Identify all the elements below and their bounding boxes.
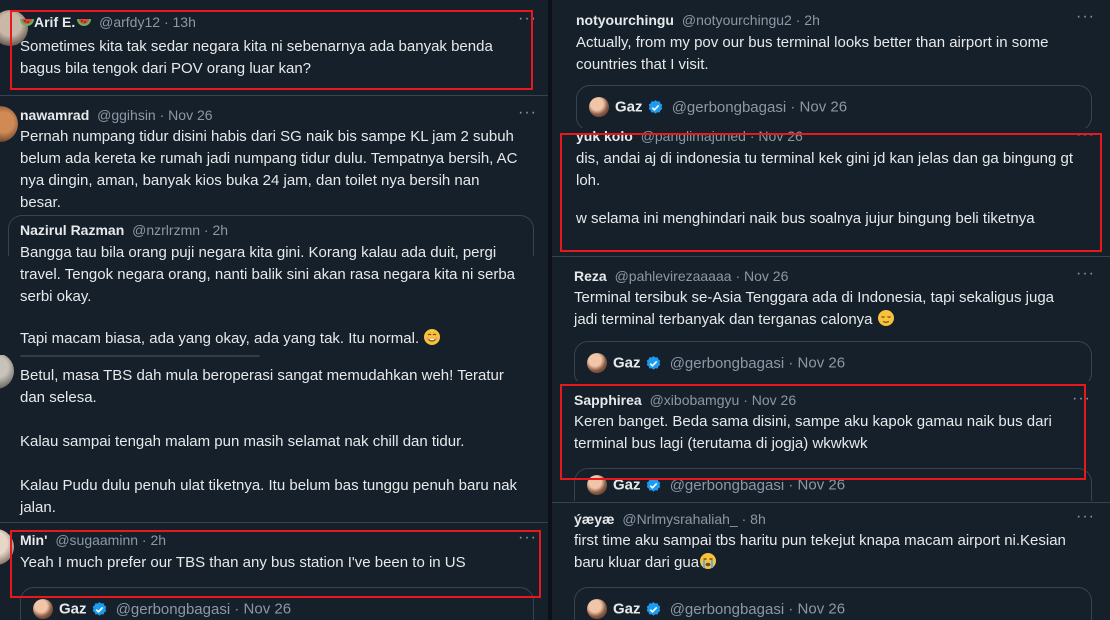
quoted-display-name[interactable]: Gaz xyxy=(613,355,641,372)
quoted-handle[interactable]: @gerbongbagasi xyxy=(672,99,786,116)
tweet-text: Pernah numpang tidur disini habis dari S… xyxy=(20,128,518,211)
verified-badge-icon xyxy=(92,601,106,616)
handle[interactable]: @Nrlmysrahaliah_ xyxy=(622,511,737,527)
more-dots-icon[interactable]: ··· xyxy=(1076,508,1095,526)
avatar[interactable] xyxy=(589,97,609,117)
display-name[interactable]: Nazirul Razman xyxy=(20,222,124,238)
tweet-nazirul[interactable]: Nazirul Razman @nzrlrzmn · 2h Bangga tau… xyxy=(0,215,548,355)
timestamp[interactable]: 2h xyxy=(804,12,820,28)
tweet-text: first time aku sampai tbs haritu pun tek… xyxy=(574,532,1066,571)
quoted-tweet-header: Gaz @gerbongbagasi · Nov 26 xyxy=(613,600,846,618)
timestamp[interactable]: Nov 26 xyxy=(168,107,212,123)
tweet-nawamrad[interactable]: nawamrad @ggihsin · Nov 26 ··· Pernah nu… xyxy=(0,95,548,216)
highlight-box xyxy=(560,384,1086,480)
display-name[interactable]: Reza xyxy=(574,268,607,284)
smiling-face-emoji-icon xyxy=(424,329,441,345)
more-dots-icon[interactable]: ··· xyxy=(1076,8,1095,26)
handle[interactable]: @notyourchingu2 xyxy=(682,12,792,28)
quoted-display-name[interactable]: Gaz xyxy=(615,99,643,116)
quoted-timestamp[interactable]: Nov 26 xyxy=(798,601,846,618)
tweet-header: notyourchingu @notyourchingu2 · 2h xyxy=(576,12,820,28)
quoted-timestamp[interactable]: Nov 26 xyxy=(800,99,848,116)
crying-face-emoji-icon xyxy=(700,553,717,569)
display-name[interactable]: ýæyæ xyxy=(574,511,614,527)
highlight-box xyxy=(10,10,533,90)
tweet-header: Reza @pahlevirezaaaaa · Nov 26 xyxy=(574,268,789,284)
quoted-tweet-header: Gaz @gerbongbagasi · Nov 26 xyxy=(613,354,846,372)
highlight-box xyxy=(10,530,541,598)
quoted-timestamp[interactable]: Nov 26 xyxy=(798,355,846,372)
avatar[interactable] xyxy=(33,599,53,619)
handle[interactable]: @pahlevirezaaaaa xyxy=(615,268,732,284)
quoted-tweet-header: Gaz @gerbongbagasi · Nov 26 xyxy=(59,600,292,618)
quoted-handle[interactable]: @gerbongbagasi xyxy=(670,355,784,372)
timestamp[interactable]: Nov 26 xyxy=(744,268,788,284)
avatar[interactable] xyxy=(0,355,14,389)
tweet-header: ýæyæ @Nrlmysrahaliah_ · 8h xyxy=(574,511,766,527)
tweet-header: Nazirul Razman @nzrlrzmn · 2h xyxy=(20,222,229,238)
tweet-notyourchingu[interactable]: notyourchingu @notyourchingu2 · 2h ··· A… xyxy=(552,0,1110,128)
timestamp[interactable]: 2h xyxy=(212,222,228,238)
timestamp[interactable]: 8h xyxy=(750,511,766,527)
verified-badge-icon xyxy=(646,601,660,616)
verified-badge-icon xyxy=(646,355,660,370)
more-dots-icon[interactable]: ··· xyxy=(518,104,537,122)
quoted-handle[interactable]: @gerbongbagasi xyxy=(116,601,230,618)
left-screenshot-column: Arif E. @arfdy12 · 13h ··· Sometimes kit… xyxy=(0,0,548,620)
avatar[interactable] xyxy=(587,353,607,373)
quoted-display-name[interactable]: Gaz xyxy=(59,601,87,618)
tweet-text: Bangga tau bila orang puji negara kita g… xyxy=(20,244,516,347)
relieved-face-emoji-icon xyxy=(877,310,894,326)
verified-badge-icon xyxy=(648,99,662,114)
highlight-box xyxy=(560,133,1102,252)
more-dots-icon[interactable]: ··· xyxy=(1076,265,1095,283)
tweet-yaeyae[interactable]: ýæyæ @Nrlmysrahaliah_ · 8h ··· first tim… xyxy=(552,502,1110,620)
tweet-text: Terminal tersibuk se-Asia Tenggara ada d… xyxy=(574,289,1055,328)
quoted-handle[interactable]: @gerbongbagasi xyxy=(670,601,784,618)
tweet-text: Actually, from my pov our bus terminal l… xyxy=(576,34,1049,73)
display-name[interactable]: nawamrad xyxy=(20,107,89,123)
handle[interactable]: @ggihsin xyxy=(97,107,156,123)
quoted-tweet-header: Gaz @gerbongbagasi · Nov 26 xyxy=(615,98,848,116)
avatar[interactable] xyxy=(0,106,18,142)
tweet-reza[interactable]: Reza @pahlevirezaaaaa · Nov 26 ··· Termi… xyxy=(552,256,1110,381)
cropped-header-remnant xyxy=(20,355,260,357)
handle[interactable]: @nzrlrzmn xyxy=(132,222,200,238)
right-screenshot-column: notyourchingu @notyourchingu2 · 2h ··· A… xyxy=(552,0,1110,620)
quoted-tweet[interactable]: Gaz @gerbongbagasi · Nov 26 xyxy=(574,341,1092,381)
quoted-timestamp[interactable]: Nov 26 xyxy=(244,601,292,618)
quoted-tweet[interactable]: Gaz @gerbongbagasi · Nov 26 xyxy=(576,85,1092,128)
quoted-tweet[interactable]: Gaz @gerbongbagasi · Nov 26 xyxy=(574,587,1092,620)
tweet-text: Betul, masa TBS dah mula beroperasi sang… xyxy=(20,367,518,515)
display-name[interactable]: notyourchingu xyxy=(576,12,674,28)
tweet-header: nawamrad @ggihsin · Nov 26 xyxy=(20,107,213,123)
avatar[interactable] xyxy=(587,599,607,619)
tweet-cropped-reply[interactable]: Betul, masa TBS dah mula beroperasi sang… xyxy=(0,355,548,515)
quoted-display-name[interactable]: Gaz xyxy=(613,601,641,618)
